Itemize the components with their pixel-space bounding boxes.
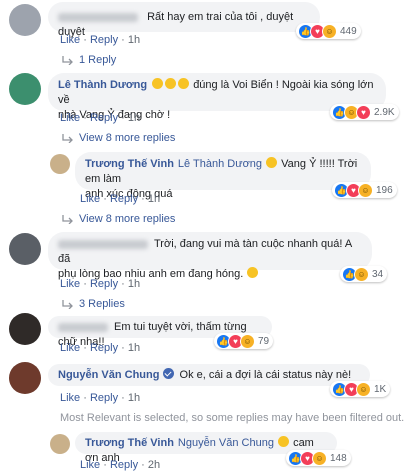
filter-notice: Most Relevant is selected, so some repli… <box>60 412 405 424</box>
emoji-icon <box>178 78 190 89</box>
view-more-replies-link[interactable]: View 8 more replies <box>62 132 175 144</box>
reply-link[interactable]: Reply <box>90 342 118 354</box>
timestamp: 1h <box>127 392 141 404</box>
emoji-icon <box>278 436 289 447</box>
comment-bubble: Nguyễn Văn Chung Ok e, cái a đợi là cái … <box>48 364 370 386</box>
timestamp: 1h <box>127 342 141 354</box>
avatar[interactable] <box>9 233 41 265</box>
reaction-count: 34 <box>372 268 384 280</box>
timestamp: 2h <box>147 459 161 471</box>
comment-actions: Like · Reply · 1h <box>60 342 141 354</box>
author-name[interactable]: Trương Thế Vinh <box>85 437 174 449</box>
reaction-summary[interactable]: 👍 ♥ ☺ 449 <box>296 23 361 39</box>
like-link[interactable]: Like <box>60 34 80 46</box>
haha-icon: ☺ <box>358 182 373 198</box>
comment-actions: Like · Reply · 1h <box>60 34 141 46</box>
mention-link[interactable]: Lê Thành Dương <box>178 158 262 170</box>
verified-badge-icon <box>163 368 175 379</box>
haha-icon: ☺ <box>354 266 369 282</box>
emoji-icon <box>247 267 259 278</box>
reply-link[interactable]: Reply <box>90 112 118 124</box>
reply-link[interactable]: Reply <box>110 459 138 471</box>
author-name[interactable]: Lê Thành Dương <box>58 79 147 91</box>
blurred-name <box>58 12 138 22</box>
avatar[interactable] <box>9 313 41 345</box>
timestamp: 1h <box>127 34 141 46</box>
comment-actions: Like · Reply · 2h <box>80 459 161 471</box>
timestamp: 1h <box>127 112 141 124</box>
view-more-replies-link[interactable]: View 8 more replies <box>62 213 175 225</box>
reaction-count: 2.9K <box>374 106 395 118</box>
reply-arrow-icon <box>62 56 73 65</box>
reaction-count: 148 <box>330 452 347 464</box>
emoji-icon <box>165 78 177 89</box>
comment-actions: Like · Reply · 1h <box>60 392 141 404</box>
haha-icon: ☺ <box>240 333 255 349</box>
reaction-summary[interactable]: 👍 ☺ 34 <box>340 266 388 282</box>
timestamp: 1h <box>147 193 161 205</box>
comment-text: Ok e, cái a đợi là cái status này nè! <box>179 369 352 381</box>
reply-link[interactable]: Reply <box>110 193 138 205</box>
emoji-icon <box>266 157 278 168</box>
reaction-summary[interactable]: 👍 ♥ ☺ 148 <box>286 450 351 466</box>
timestamp: 1h <box>127 278 141 290</box>
reply-arrow-icon <box>62 134 73 143</box>
reaction-summary[interactable]: 👍 ♥ ☺ 196 <box>332 182 397 198</box>
comment-actions: Like · Reply · 1h <box>60 278 141 290</box>
reply-link[interactable]: Reply <box>90 278 118 290</box>
blurred-name <box>58 239 148 249</box>
replies-link[interactable]: 3 Replies <box>62 298 125 310</box>
emoji-icon <box>152 78 164 89</box>
author-name[interactable]: Nguyễn Văn Chung <box>58 369 159 381</box>
love-icon: ♥ <box>356 104 371 120</box>
reply-arrow-icon <box>62 215 73 224</box>
like-link[interactable]: Like <box>60 278 80 290</box>
comment-actions: Like · Reply · 1h <box>80 193 161 205</box>
reaction-summary[interactable]: 👍 ☺ ♥ 2.9K <box>330 104 399 120</box>
reaction-count: 449 <box>340 25 357 37</box>
reaction-count: 196 <box>376 184 393 196</box>
comment-bubble: Rất hay em trai của tôi , duyệt duyệt <box>48 2 320 38</box>
haha-icon: ☺ <box>322 23 337 39</box>
like-link[interactable]: Like <box>60 392 80 404</box>
avatar[interactable] <box>9 73 41 105</box>
comment-bubble: Trời, đang vui mà tàn cuộc nhanh quá! A … <box>48 232 372 280</box>
avatar[interactable] <box>9 362 41 394</box>
reaction-summary[interactable]: 👍 ♥ ☺ 1K <box>330 381 391 397</box>
reply-link[interactable]: Reply <box>90 392 118 404</box>
like-link[interactable]: Like <box>80 459 100 471</box>
author-name[interactable]: Trương Thế Vinh <box>85 158 174 170</box>
comment-actions: Like · Reply · 1h <box>60 112 141 124</box>
replies-link[interactable]: 1 Reply <box>62 54 116 66</box>
haha-icon: ☺ <box>312 450 327 466</box>
avatar[interactable] <box>50 434 70 454</box>
comment-bubble: Trương Thế Vinh Lê Thành Dương Vang Ỷ !!!… <box>75 152 371 200</box>
reaction-summary[interactable]: 👍 ♥ ☺ 79 <box>214 333 274 349</box>
haha-icon: ☺ <box>356 381 371 397</box>
reply-link[interactable]: Reply <box>90 34 118 46</box>
mention-link[interactable]: Nguyễn Văn Chung <box>178 437 274 449</box>
like-link[interactable]: Like <box>60 112 80 124</box>
reply-arrow-icon <box>62 300 73 309</box>
like-link[interactable]: Like <box>80 193 100 205</box>
blurred-name <box>58 322 108 332</box>
like-link[interactable]: Like <box>60 342 80 354</box>
reaction-count: 1K <box>374 383 387 395</box>
reaction-count: 79 <box>258 335 270 347</box>
avatar[interactable] <box>9 4 41 36</box>
avatar[interactable] <box>50 154 70 174</box>
